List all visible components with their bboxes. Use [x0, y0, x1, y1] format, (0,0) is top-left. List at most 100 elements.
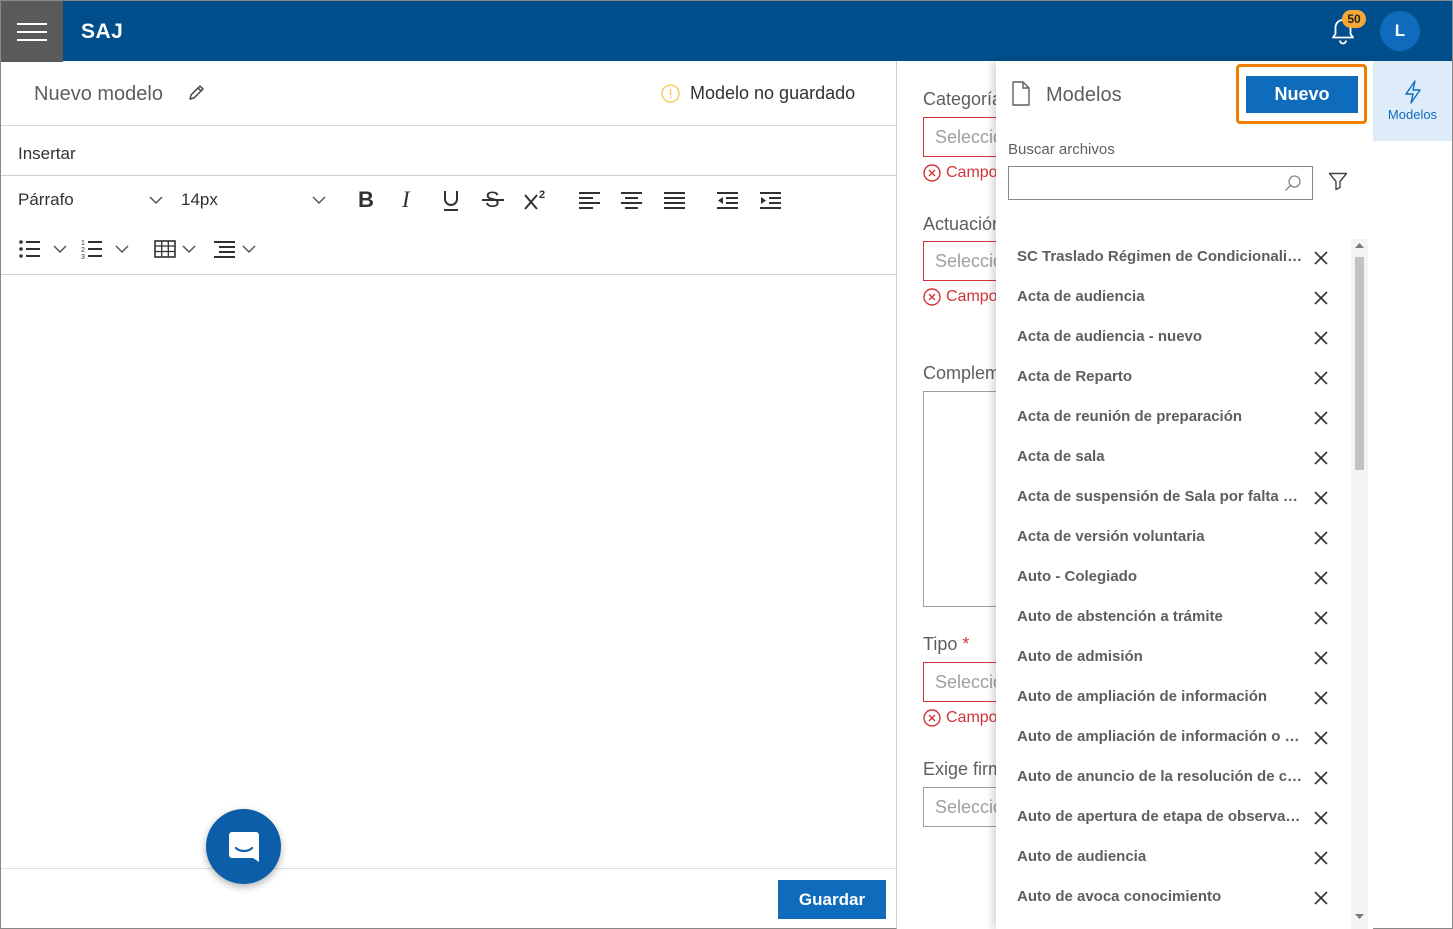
user-avatar[interactable]: L	[1380, 11, 1420, 51]
remove-model-button[interactable]	[1313, 890, 1329, 906]
remove-model-button[interactable]	[1313, 450, 1329, 466]
model-item-label: Auto de admisión	[1017, 648, 1143, 665]
underline-button[interactable]	[441, 187, 461, 213]
model-list-item[interactable]: Acta de sala	[996, 439, 1356, 479]
paragraph-style-value: Párrafo	[18, 190, 74, 209]
exige-firma-label: Exige firma	[923, 759, 998, 779]
model-list-item[interactable]: Auto de audiencia	[996, 839, 1356, 879]
close-icon	[1314, 611, 1328, 625]
model-item-label: Acta de suspensión de Sala por falta de …	[1017, 488, 1307, 505]
outdent-button[interactable]	[717, 191, 739, 209]
complemento-textarea[interactable]	[923, 391, 998, 607]
remove-model-button[interactable]	[1313, 690, 1329, 706]
scroll-down-arrow[interactable]	[1355, 914, 1364, 920]
chevron-down-icon	[182, 245, 196, 254]
model-list-item[interactable]: Auto de abstención a trámite	[996, 599, 1356, 639]
search-label: Buscar archivos	[1008, 141, 1115, 158]
filter-button[interactable]	[1328, 171, 1348, 191]
list-icon	[214, 241, 235, 258]
align-left-button[interactable]	[579, 191, 601, 209]
scroll-up-arrow[interactable]	[1355, 242, 1364, 248]
exige-firma-select[interactable]: Seleccionar	[923, 787, 998, 827]
model-list-item[interactable]: Auto de apertura de etapa de observacion…	[996, 799, 1356, 839]
model-list-item[interactable]: Auto de ampliación de información	[996, 679, 1356, 719]
editor-header: Nuevo modelo Modelo no guardado	[1, 61, 897, 126]
model-list-item[interactable]: Acta de audiencia - nuevo	[996, 319, 1356, 359]
scrollbar-thumb[interactable]	[1355, 257, 1364, 470]
remove-model-button[interactable]	[1313, 250, 1329, 266]
table-button[interactable]	[154, 239, 196, 259]
search-icon[interactable]	[1284, 174, 1302, 192]
remove-model-button[interactable]	[1313, 810, 1329, 826]
required-marker: *	[962, 634, 970, 654]
model-list-item[interactable]: Auto de avoca conocimiento	[996, 879, 1356, 919]
bold-button[interactable]: B	[356, 187, 376, 211]
close-icon	[1314, 851, 1328, 865]
error-text: Campo obligatorio	[946, 164, 998, 181]
model-list-item[interactable]: Acta de suspensión de Sala por falta de …	[996, 479, 1356, 519]
divider	[1, 274, 897, 275]
font-size-dropdown[interactable]: 14px	[181, 190, 326, 210]
tipo-select[interactable]: Seleccionar	[923, 662, 998, 702]
close-icon	[1314, 891, 1328, 905]
list-style-button[interactable]	[214, 239, 256, 259]
complemento-label: Complemento	[923, 363, 998, 383]
numbered-list-button[interactable]: 123	[81, 239, 129, 259]
save-button[interactable]: Guardar	[778, 880, 886, 919]
categoria-select[interactable]: Seleccionar	[923, 117, 998, 157]
model-list-item[interactable]: Auto de ampliación de información o docu…	[996, 719, 1356, 759]
remove-model-button[interactable]	[1313, 730, 1329, 746]
model-properties-form: Categoría Seleccionar Campo obligatorio …	[898, 61, 998, 929]
model-list-item[interactable]: Acta de versión voluntaria	[996, 519, 1356, 559]
paragraph-style-dropdown[interactable]: Párrafo	[18, 190, 163, 210]
indent-button[interactable]	[760, 191, 782, 209]
actuacion-select[interactable]: Seleccionar	[923, 241, 998, 281]
align-justify-icon	[664, 192, 685, 209]
edit-title-button[interactable]	[187, 84, 205, 102]
model-list-item[interactable]: Acta de audiencia	[996, 279, 1356, 319]
svg-text:I: I	[401, 187, 411, 211]
close-icon	[1314, 371, 1328, 385]
strikethrough-button[interactable]: S	[481, 187, 505, 213]
chat-launcher-button[interactable]	[206, 809, 281, 884]
remove-model-button[interactable]	[1313, 770, 1329, 786]
model-list-item[interactable]: Auto de anuncio de la resolución de conf…	[996, 759, 1356, 799]
close-icon	[1314, 771, 1328, 785]
bullet-list-button[interactable]	[19, 239, 67, 259]
svg-text:B: B	[358, 187, 374, 211]
align-left-icon	[579, 192, 600, 209]
remove-model-button[interactable]	[1313, 490, 1329, 506]
remove-model-button[interactable]	[1313, 290, 1329, 306]
close-icon	[1314, 251, 1328, 265]
remove-model-button[interactable]	[1313, 850, 1329, 866]
remove-model-button[interactable]	[1313, 650, 1329, 666]
remove-model-button[interactable]	[1313, 330, 1329, 346]
model-list-item[interactable]: Acta de reunión de preparación	[996, 399, 1356, 439]
model-item-label: Auto de ampliación de información	[1017, 688, 1268, 705]
lightning-icon	[1404, 80, 1421, 104]
remove-model-button[interactable]	[1313, 570, 1329, 586]
align-justify-button[interactable]	[664, 191, 686, 209]
app-brand[interactable]: SAJ	[81, 20, 123, 44]
model-list-item[interactable]: Auto de admisión	[996, 639, 1356, 679]
remove-model-button[interactable]	[1313, 610, 1329, 626]
remove-model-button[interactable]	[1313, 530, 1329, 546]
model-item-label: Auto de anuncio de la resolución de conf…	[1017, 768, 1307, 785]
new-model-button[interactable]: Nuevo	[1246, 76, 1358, 113]
model-list-item[interactable]: Acta de Reparto	[996, 359, 1356, 399]
model-item-label: Auto - Colegiado	[1017, 568, 1137, 585]
insert-menu[interactable]: Insertar	[18, 144, 76, 164]
italic-button[interactable]: I	[399, 187, 417, 211]
model-list-item[interactable]: Auto - Colegiado	[996, 559, 1356, 599]
hamburger-menu-button[interactable]	[1, 1, 63, 62]
model-item-label: Acta de versión voluntaria	[1017, 528, 1205, 545]
search-input[interactable]	[1008, 166, 1313, 200]
align-center-button[interactable]	[621, 191, 643, 209]
remove-model-button[interactable]	[1313, 410, 1329, 426]
rail-modelos-button[interactable]: Modelos	[1373, 61, 1452, 141]
remove-model-button[interactable]	[1313, 370, 1329, 386]
model-list-item[interactable]: SC Traslado Régimen de Condicionalidad	[996, 239, 1356, 279]
chat-icon	[228, 831, 259, 862]
categoria-label: Categoría	[923, 89, 998, 109]
superscript-button[interactable]: 2	[523, 187, 549, 213]
